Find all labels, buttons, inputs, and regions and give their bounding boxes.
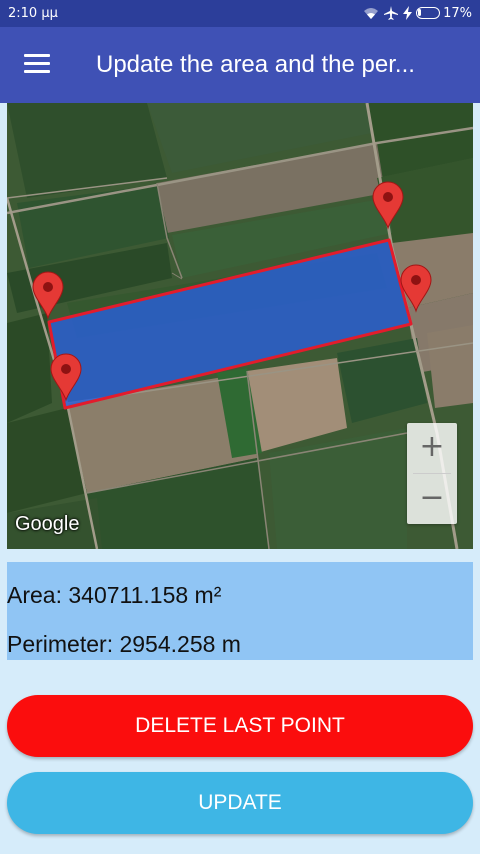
battery-icon <box>416 7 441 19</box>
hamburger-menu-icon[interactable] <box>24 54 50 74</box>
wifi-icon <box>363 6 379 20</box>
google-attribution-logo: Google <box>15 513 80 535</box>
status-time: 2:10 μμ <box>8 6 58 21</box>
app-bar: Update the area and the per... <box>0 27 480 103</box>
status-bar: 2:10 μμ 17% <box>0 0 480 27</box>
area-value: Area: 340711.158 m² <box>7 582 222 608</box>
battery-indicator: 17% <box>416 6 472 21</box>
measurement-panel: Area: 340711.158 m² Perimeter: 2954.258 … <box>7 562 473 660</box>
update-button[interactable]: UPDATE <box>7 772 473 834</box>
map-view[interactable]: + − Google <box>7 103 473 549</box>
zoom-out-button[interactable]: − <box>407 474 457 524</box>
battery-percent: 17% <box>443 5 472 21</box>
airplane-icon <box>383 5 399 21</box>
satellite-imagery <box>7 103 473 549</box>
perimeter-value: Perimeter: 2954.258 m <box>7 631 241 657</box>
charging-icon <box>403 6 413 20</box>
page-title: Update the area and the per... <box>96 51 415 78</box>
zoom-in-button[interactable]: + <box>407 423 457 473</box>
status-icons: 17% <box>363 5 472 21</box>
delete-last-point-button[interactable]: DELETE LAST POINT <box>7 695 473 757</box>
battery-level-fill <box>418 9 422 16</box>
zoom-controls: + − <box>407 423 457 524</box>
